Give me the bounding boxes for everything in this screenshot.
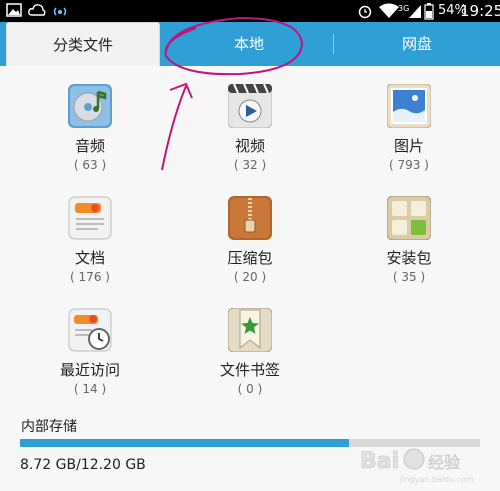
annotation-circle	[164, 16, 304, 76]
annotation-arrow	[161, 82, 193, 171]
svg-text:Bai: Bai	[360, 449, 399, 474]
baidu-watermark-logo: Bai 经验 jingyan.baidu.com	[360, 448, 474, 484]
annotation-overlay	[161, 16, 304, 171]
svg-text:jingyan.baidu.com: jingyan.baidu.com	[399, 475, 474, 484]
svg-text:经验: 经验	[428, 453, 460, 472]
